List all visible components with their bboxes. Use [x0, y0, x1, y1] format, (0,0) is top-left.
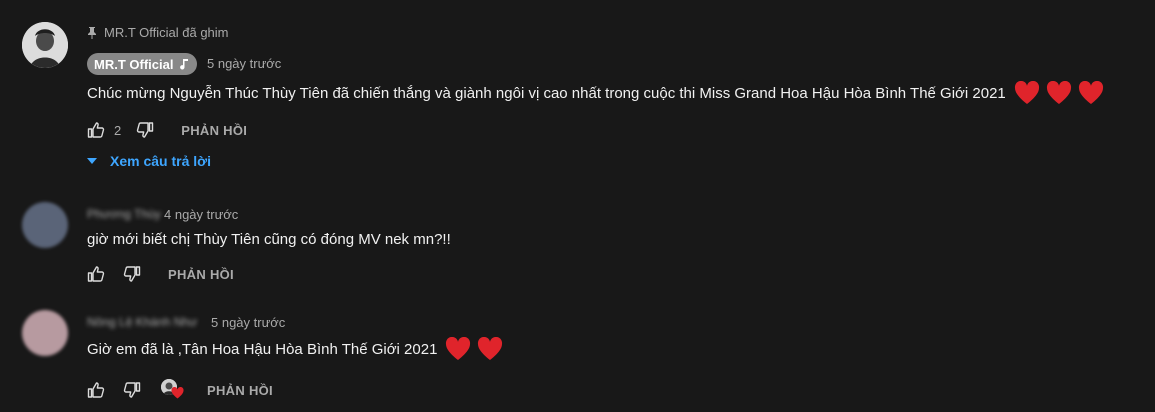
- avatar[interactable]: [22, 310, 68, 356]
- comment-time[interactable]: 5 ngày trước: [207, 56, 281, 71]
- comment-text: giờ mới biết chị Thùy Tiên cũng có đóng …: [87, 229, 451, 249]
- music-note-icon: [180, 59, 189, 70]
- heart-icon: [171, 387, 184, 399]
- author-name[interactable]: Nông Lệ Khánh Như: [87, 315, 197, 329]
- author-name[interactable]: Phương Thùy: [87, 207, 161, 221]
- reply-button[interactable]: PHẢN HỒI: [207, 383, 273, 398]
- comment-text: Giờ em đã là ,Tân Hoa Hậu Hòa Bình Thế G…: [87, 336, 503, 362]
- comment-body: Giờ em đã là ,Tân Hoa Hậu Hòa Bình Thế G…: [87, 340, 438, 358]
- thumb-down-icon[interactable]: [123, 381, 141, 399]
- thumb-down-icon[interactable]: [136, 121, 154, 139]
- comment-time[interactable]: 4 ngày trước: [164, 207, 238, 222]
- thumb-up-icon[interactable]: [87, 381, 105, 399]
- avatar[interactable]: [22, 202, 68, 248]
- comment-body: Chúc mừng Nguyễn Thúc Thùy Tiên đã chiến…: [87, 84, 1006, 102]
- thumb-down-icon[interactable]: [123, 265, 141, 283]
- like-count: 2: [114, 122, 122, 138]
- avatar[interactable]: [22, 22, 68, 68]
- comment-actions: PHẢN HỒI: [87, 265, 234, 283]
- view-replies-label: Xem câu trả lời: [110, 153, 211, 169]
- reply-button[interactable]: PHẢN HỒI: [168, 267, 234, 282]
- pin-icon: [88, 26, 96, 39]
- view-replies-button[interactable]: Xem câu trả lời: [86, 153, 211, 169]
- pinned-text: MR.T Official đã ghim: [104, 25, 229, 40]
- heart-emojis: [1014, 81, 1104, 105]
- comment-text: Chúc mừng Nguyễn Thúc Thùy Tiên đã chiến…: [87, 80, 1104, 106]
- heart-emojis: [445, 337, 503, 361]
- heart-icon: [1046, 81, 1071, 104]
- reply-button[interactable]: PHẢN HỒI: [181, 123, 247, 138]
- thumb-up-icon[interactable]: [87, 121, 105, 139]
- pinned-label: MR.T Official đã ghim: [87, 25, 229, 40]
- heart-icon: [478, 337, 503, 360]
- channel-owner-badge[interactable]: MR.T Official: [87, 53, 198, 75]
- creator-heart-badge: [161, 379, 187, 401]
- comment-actions: PHẢN HỒI: [87, 379, 273, 401]
- thumb-up-icon[interactable]: [87, 265, 105, 283]
- comment-time[interactable]: 5 ngày trước: [211, 315, 285, 330]
- heart-icon: [1014, 81, 1039, 104]
- comment-actions: 2 PHẢN HỒI: [87, 121, 247, 139]
- caret-down-icon: [87, 158, 97, 164]
- comment-body: giờ mới biết chị Thùy Tiên cũng có đóng …: [87, 230, 451, 248]
- heart-icon: [446, 337, 471, 360]
- heart-icon: [1078, 81, 1103, 104]
- author-name: MR.T Official: [94, 56, 174, 72]
